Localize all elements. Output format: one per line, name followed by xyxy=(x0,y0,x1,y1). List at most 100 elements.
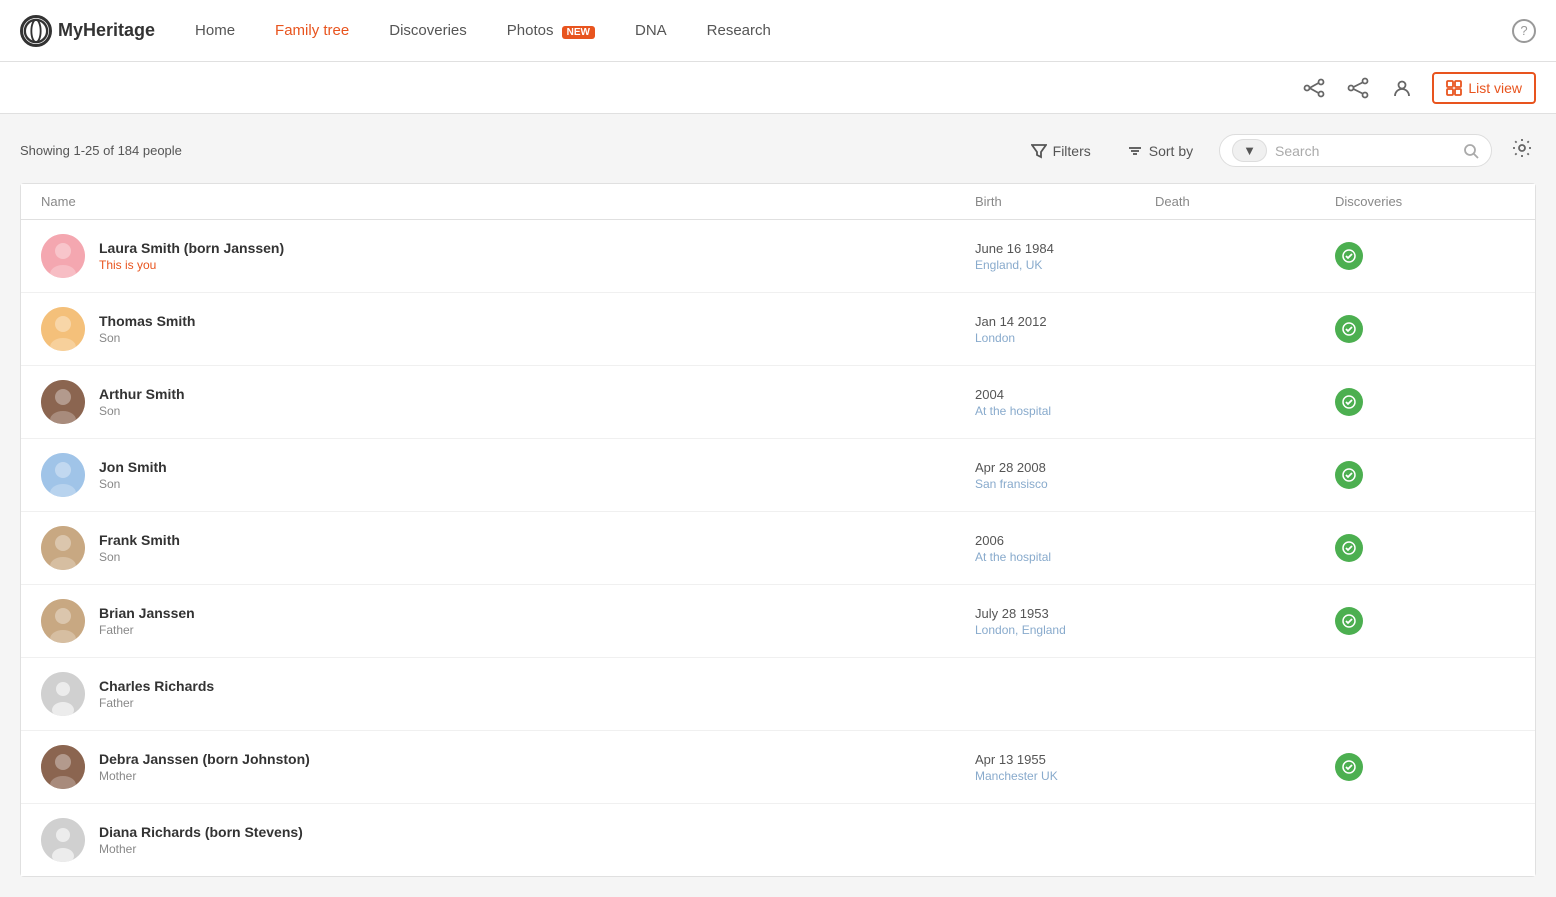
person-cell: Frank Smith Son xyxy=(41,526,975,570)
showing-text: Showing 1-25 of 184 people xyxy=(20,143,1021,158)
discoveries-icon[interactable] xyxy=(1335,242,1363,270)
avatar xyxy=(41,380,85,424)
birth-place: At the hospital xyxy=(975,404,1155,418)
discoveries-icon[interactable] xyxy=(1335,753,1363,781)
discoveries-icon[interactable] xyxy=(1335,534,1363,562)
avatar xyxy=(41,453,85,497)
birth-date: July 28 1953 xyxy=(975,606,1155,621)
birth-date: Apr 28 2008 xyxy=(975,460,1155,475)
table-row[interactable]: Debra Janssen (born Johnston) Mother Apr… xyxy=(21,731,1535,804)
nav-discoveries[interactable]: Discoveries xyxy=(389,22,467,39)
table-row[interactable]: Frank Smith Son 2006 At the hospital xyxy=(21,512,1535,585)
search-dropdown[interactable]: ▼ xyxy=(1232,139,1267,162)
person-relation: Son xyxy=(99,404,185,418)
top-nav: MyHeritage Home Family tree Discoveries … xyxy=(0,0,1556,62)
discoveries-cell xyxy=(1335,461,1515,489)
search-input[interactable] xyxy=(1275,143,1455,159)
avatar xyxy=(41,672,85,716)
birth-cell: Apr 28 2008 San fransisco xyxy=(975,460,1155,491)
avatar xyxy=(41,745,85,789)
filter-bar: Showing 1-25 of 184 people Filters Sort … xyxy=(20,134,1536,167)
person-relation: Mother xyxy=(99,842,303,856)
table-body: Laura Smith (born Janssen) This is you J… xyxy=(21,220,1535,876)
discoveries-icon[interactable] xyxy=(1335,461,1363,489)
person-cell: Jon Smith Son xyxy=(41,453,975,497)
col-death: Death xyxy=(1155,194,1335,209)
person-cell: Thomas Smith Son xyxy=(41,307,975,351)
birth-date: June 16 1984 xyxy=(975,241,1155,256)
person-name: Charles Richards xyxy=(99,678,214,694)
nav-dna[interactable]: DNA xyxy=(635,22,667,39)
pedigree-icon[interactable] xyxy=(1300,74,1328,102)
person-cell: Diana Richards (born Stevens) Mother xyxy=(41,818,975,862)
birth-cell: July 28 1953 London, England xyxy=(975,606,1155,637)
avatar-icon[interactable] xyxy=(1388,74,1416,102)
person-name: Debra Janssen (born Johnston) xyxy=(99,751,310,767)
search-wrap: ▼ xyxy=(1219,134,1492,167)
person-cell: Brian Janssen Father xyxy=(41,599,975,643)
table-row[interactable]: Brian Janssen Father July 28 1953 London… xyxy=(21,585,1535,658)
birth-date: Jan 14 2012 xyxy=(975,314,1155,329)
person-relation: Father xyxy=(99,623,195,637)
logo-circle xyxy=(20,15,52,47)
person-info: Laura Smith (born Janssen) This is you xyxy=(99,240,284,272)
table-row[interactable]: Diana Richards (born Stevens) Mother xyxy=(21,804,1535,876)
person-cell: Laura Smith (born Janssen) This is you xyxy=(41,234,975,278)
nav-right: ? xyxy=(1512,19,1536,43)
col-name: Name xyxy=(41,194,975,209)
person-info: Debra Janssen (born Johnston) Mother xyxy=(99,751,310,783)
nav-links: Home Family tree Discoveries Photos NEW … xyxy=(195,22,1512,39)
discoveries-cell xyxy=(1335,607,1515,635)
avatar xyxy=(41,818,85,862)
person-name: Brian Janssen xyxy=(99,605,195,621)
nav-family-tree[interactable]: Family tree xyxy=(275,22,349,39)
person-cell: Debra Janssen (born Johnston) Mother xyxy=(41,745,975,789)
discoveries-icon[interactable] xyxy=(1335,607,1363,635)
person-info: Thomas Smith Son xyxy=(99,313,195,345)
table-header: Name Birth Death Discoveries xyxy=(21,184,1535,220)
person-name: Laura Smith (born Janssen) xyxy=(99,240,284,256)
birth-place: At the hospital xyxy=(975,550,1155,564)
logo[interactable]: MyHeritage xyxy=(20,15,155,47)
discoveries-icon[interactable] xyxy=(1335,388,1363,416)
sort-button[interactable]: Sort by xyxy=(1117,137,1203,165)
birth-cell: Apr 13 1955 Manchester UK xyxy=(975,752,1155,783)
birth-place: London, England xyxy=(975,623,1155,637)
photos-badge: NEW xyxy=(562,26,595,39)
discoveries-cell xyxy=(1335,315,1515,343)
discoveries-cell xyxy=(1335,388,1515,416)
birth-place: England, UK xyxy=(975,258,1155,272)
discoveries-cell xyxy=(1335,242,1515,270)
person-name: Thomas Smith xyxy=(99,313,195,329)
discoveries-cell xyxy=(1335,534,1515,562)
list-view-button[interactable]: List view xyxy=(1432,72,1536,104)
person-name: Jon Smith xyxy=(99,459,167,475)
birth-cell: 2006 At the hospital xyxy=(975,533,1155,564)
help-icon[interactable]: ? xyxy=(1512,19,1536,43)
person-info: Jon Smith Son xyxy=(99,459,167,491)
nav-research[interactable]: Research xyxy=(707,22,771,39)
settings-button[interactable] xyxy=(1508,134,1536,167)
person-name: Arthur Smith xyxy=(99,386,185,402)
filters-button[interactable]: Filters xyxy=(1021,137,1101,165)
nav-home[interactable]: Home xyxy=(195,22,235,39)
person-info: Arthur Smith Son xyxy=(99,386,185,418)
person-you: This is you xyxy=(99,258,284,272)
birth-cell: 2004 At the hospital xyxy=(975,387,1155,418)
search-icon xyxy=(1463,143,1479,159)
avatar xyxy=(41,307,85,351)
birth-date: 2004 xyxy=(975,387,1155,402)
avatar xyxy=(41,234,85,278)
table-row[interactable]: Thomas Smith Son Jan 14 2012 London xyxy=(21,293,1535,366)
person-relation: Son xyxy=(99,477,167,491)
share-icon[interactable] xyxy=(1344,74,1372,102)
birth-cell: Jan 14 2012 London xyxy=(975,314,1155,345)
table-row[interactable]: Arthur Smith Son 2004 At the hospital xyxy=(21,366,1535,439)
birth-date: 2006 xyxy=(975,533,1155,548)
nav-photos[interactable]: Photos NEW xyxy=(507,22,595,39)
discoveries-cell xyxy=(1335,753,1515,781)
table-row[interactable]: Charles Richards Father xyxy=(21,658,1535,731)
table-row[interactable]: Laura Smith (born Janssen) This is you J… xyxy=(21,220,1535,293)
table-row[interactable]: Jon Smith Son Apr 28 2008 San fransisco xyxy=(21,439,1535,512)
discoveries-icon[interactable] xyxy=(1335,315,1363,343)
